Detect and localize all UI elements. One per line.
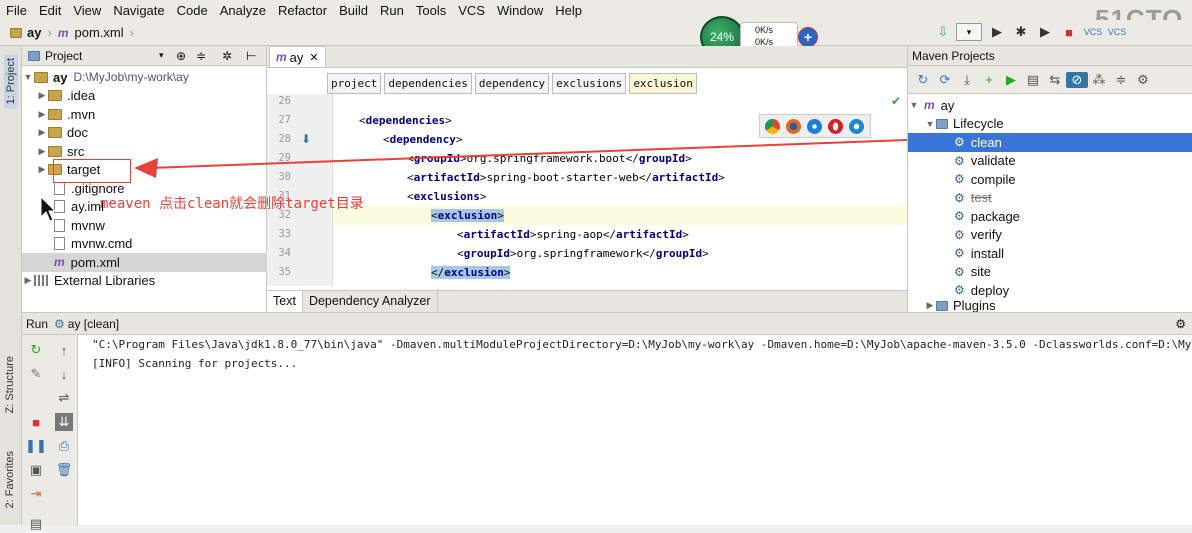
annotation-arrow bbox=[134, 139, 908, 178]
annotation-note: meaven 点击clean就会删除target目录 bbox=[100, 196, 364, 212]
mouse-cursor-icon bbox=[40, 196, 56, 222]
